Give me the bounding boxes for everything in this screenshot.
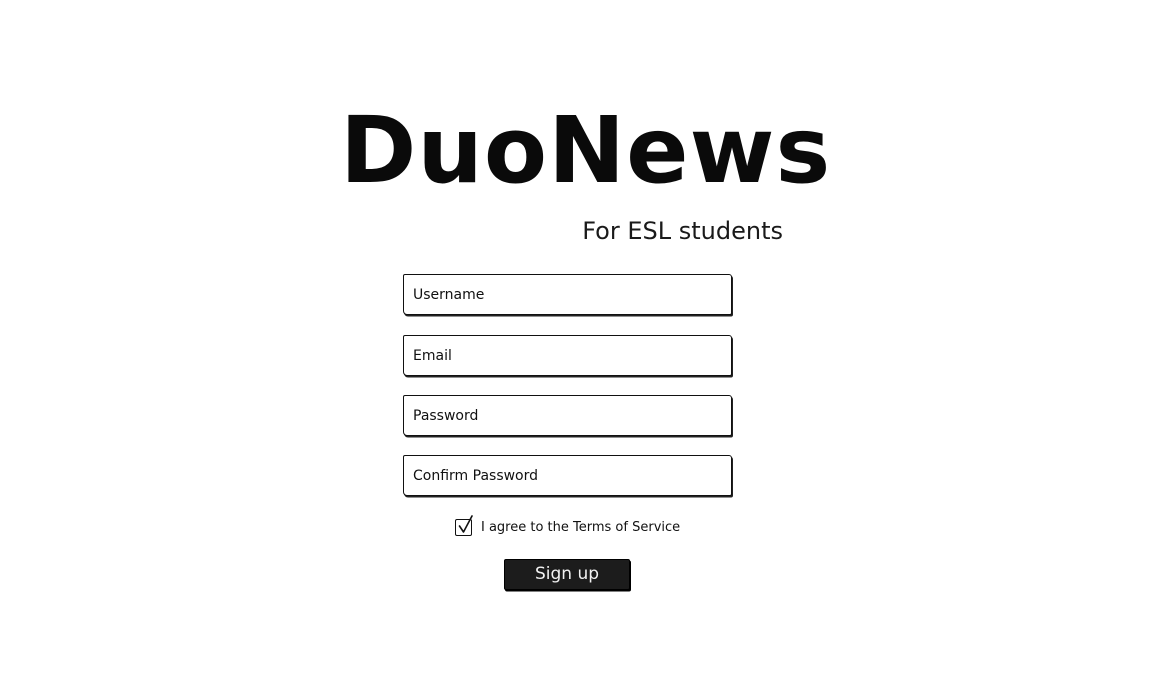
confirm-password-field-box: [403, 455, 732, 496]
username-field-box: [403, 274, 732, 315]
app-tagline: For ESL students: [582, 217, 783, 245]
check-icon: [458, 514, 473, 533]
password-input[interactable]: [404, 396, 731, 435]
terms-label: I agree to the Terms of Service: [481, 519, 681, 535]
sign-up-button[interactable]: Sign up: [504, 559, 630, 590]
app-logo-title: DuoNews: [340, 97, 832, 204]
email-input[interactable]: [404, 336, 731, 375]
username-input[interactable]: [404, 275, 731, 314]
password-field-box: [403, 395, 732, 436]
email-field-box: [403, 335, 732, 376]
terms-checkbox[interactable]: [455, 514, 473, 536]
terms-row: I agree to the Terms of Service: [455, 514, 681, 538]
confirm-password-input[interactable]: [404, 456, 731, 495]
